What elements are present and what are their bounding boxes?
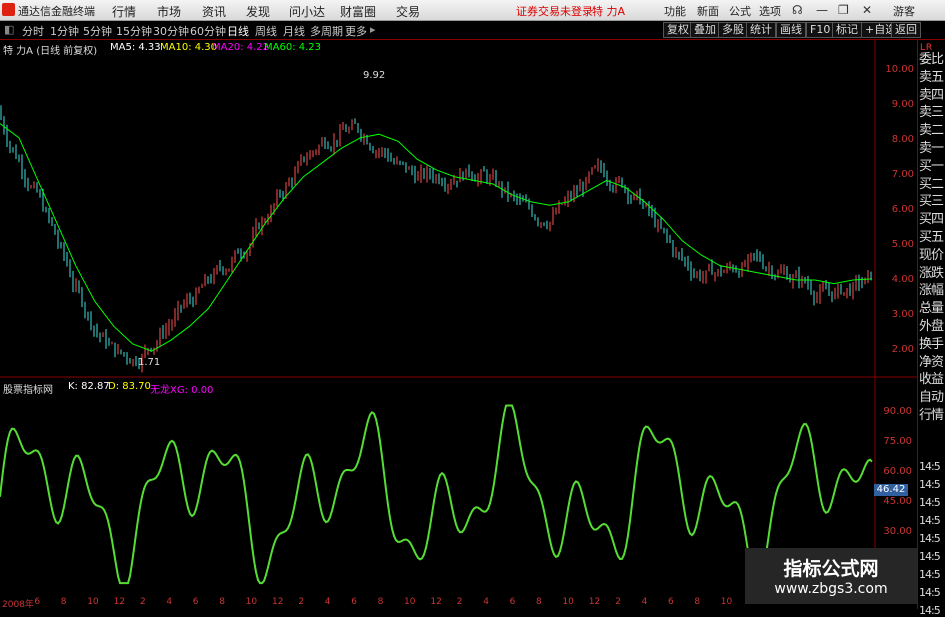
indicator-tick-label: 30.00 [883, 526, 912, 537]
side-time-item: 14:5 [919, 514, 941, 527]
date-tick-label: 2008年 [2, 600, 34, 610]
side-panel-item[interactable]: 自动 [919, 386, 944, 405]
date-tick-label: 6 [668, 597, 674, 607]
date-tick-label: 2 [140, 597, 146, 607]
side-time-item: 14:5 [919, 550, 941, 563]
date-tick-label: 10 [87, 597, 99, 607]
date-tick-label: 8 [377, 597, 384, 607]
side-time-item: 14:5 [919, 532, 941, 545]
date-tick-label: 6 [192, 597, 199, 607]
high-annotation: 9.92 [363, 70, 386, 81]
date-tick-label: 8 [219, 597, 225, 607]
date-tick-label: 4 [483, 597, 489, 607]
date-tick-label: 10 [720, 597, 733, 607]
d-value: D: 83.70 [108, 381, 151, 392]
side-time-item: 14:5 [919, 604, 941, 617]
kline-chart[interactable] [0, 0, 917, 597]
watermark-title: 指标公式网 [783, 558, 879, 580]
side-time-item: 14:5 [919, 568, 941, 581]
side-panel-item[interactable]: 净资 [919, 351, 944, 370]
date-tick-label: 6 [351, 597, 357, 607]
side-panel-item[interactable]: 买五 [919, 226, 944, 245]
side-quote-panel: L R 委比 卖五 卖四 卖三 卖二 卖一 买一 买二 买三 买四 买五 现价 涨跌 涨幅 总量 外盘 换手 净资… [917, 40, 945, 617]
date-tick-label: 10 [245, 597, 258, 607]
date-tick-label: 2 [456, 597, 463, 607]
side-panel-item[interactable]: 行情 [919, 404, 944, 423]
side-time-item: 14:5 [919, 586, 941, 599]
indicator-title: 股票指标网 [3, 385, 53, 396]
date-tick-label: 2 [298, 597, 305, 607]
date-tick-label: 12 [113, 597, 126, 607]
side-panel-item[interactable]: 委比 [919, 48, 944, 67]
watermark-url: www.zbgs3.com [774, 581, 888, 597]
watermark: 指标公式网 www.zbgs3.com [745, 548, 917, 604]
price-tick-label: 4.00 [891, 274, 914, 285]
ma60-line [0, 123, 873, 352]
price-tick-label: 3.00 [891, 309, 914, 320]
price-tick-label: 6.00 [891, 204, 914, 215]
side-panel-item[interactable]: 买三 [919, 190, 944, 209]
side-panel-item[interactable]: 涨跌 [919, 262, 944, 281]
side-panel-item[interactable]: 收益 [919, 368, 944, 387]
side-panel-item[interactable]: 卖五 [919, 66, 944, 85]
date-tick-label: 12 [588, 597, 601, 607]
side-panel-item[interactable]: 现价 [919, 244, 944, 263]
date-tick-label: 4 [324, 597, 331, 607]
side-panel-item[interactable]: 买四 [919, 208, 944, 227]
price-tick-label: 7.00 [891, 169, 914, 180]
low-annotation: 1.71 [138, 357, 161, 368]
date-tick-label: 8 [536, 597, 542, 607]
side-panel-item[interactable]: 卖二 [919, 119, 944, 138]
date-tick-label: 12 [430, 597, 442, 607]
kd-line [0, 404, 873, 585]
indicator-tick-label: 45.00 [883, 496, 912, 507]
price-tick-label: 9.00 [891, 99, 914, 110]
date-tick-label: 8 [694, 597, 701, 607]
indicator-tick-label: 60.00 [883, 466, 912, 477]
price-tick-label: 5.00 [891, 239, 914, 250]
price-tick-label: 2.00 [891, 344, 914, 355]
date-tick-label: 10 [404, 597, 416, 607]
price-tick-label: 10.00 [885, 64, 914, 75]
side-panel-item[interactable]: 外盘 [919, 315, 944, 334]
date-tick-label: 4 [166, 597, 173, 607]
side-panel-item[interactable]: 卖四 [919, 84, 944, 103]
side-time-item: 14:5 [919, 478, 941, 491]
indicator-value-box: 46.42 [874, 484, 908, 496]
indicator-tick-label: 90.00 [883, 406, 912, 417]
side-panel-item[interactable]: 买一 [919, 155, 944, 174]
k-value: K: 82.87 [68, 381, 110, 392]
side-panel-item[interactable]: 卖三 [919, 101, 944, 120]
date-tick-label: 12 [272, 597, 284, 607]
side-panel-item[interactable]: 卖一 [919, 137, 944, 156]
date-tick-label: 6 [34, 597, 41, 607]
side-time-item: 14:5 [919, 496, 941, 509]
xg-value: 无龙XG: 0.00 [150, 385, 214, 396]
side-panel-item[interactable]: 涨幅 [919, 279, 944, 298]
side-panel-item[interactable]: 总量 [919, 297, 944, 316]
date-tick-label: 8 [60, 597, 67, 607]
side-panel-item[interactable]: 买二 [919, 173, 944, 192]
side-panel-item[interactable]: 换手 [919, 333, 944, 352]
date-tick-label: 2 [615, 597, 621, 607]
side-time-item: 14:5 [919, 460, 941, 473]
indicator-tick-label: 75.00 [883, 436, 912, 447]
date-tick-label: 10 [562, 597, 574, 607]
date-tick-label: 4 [641, 597, 648, 607]
date-tick-label: 6 [509, 597, 516, 607]
price-tick-label: 8.00 [891, 134, 914, 145]
